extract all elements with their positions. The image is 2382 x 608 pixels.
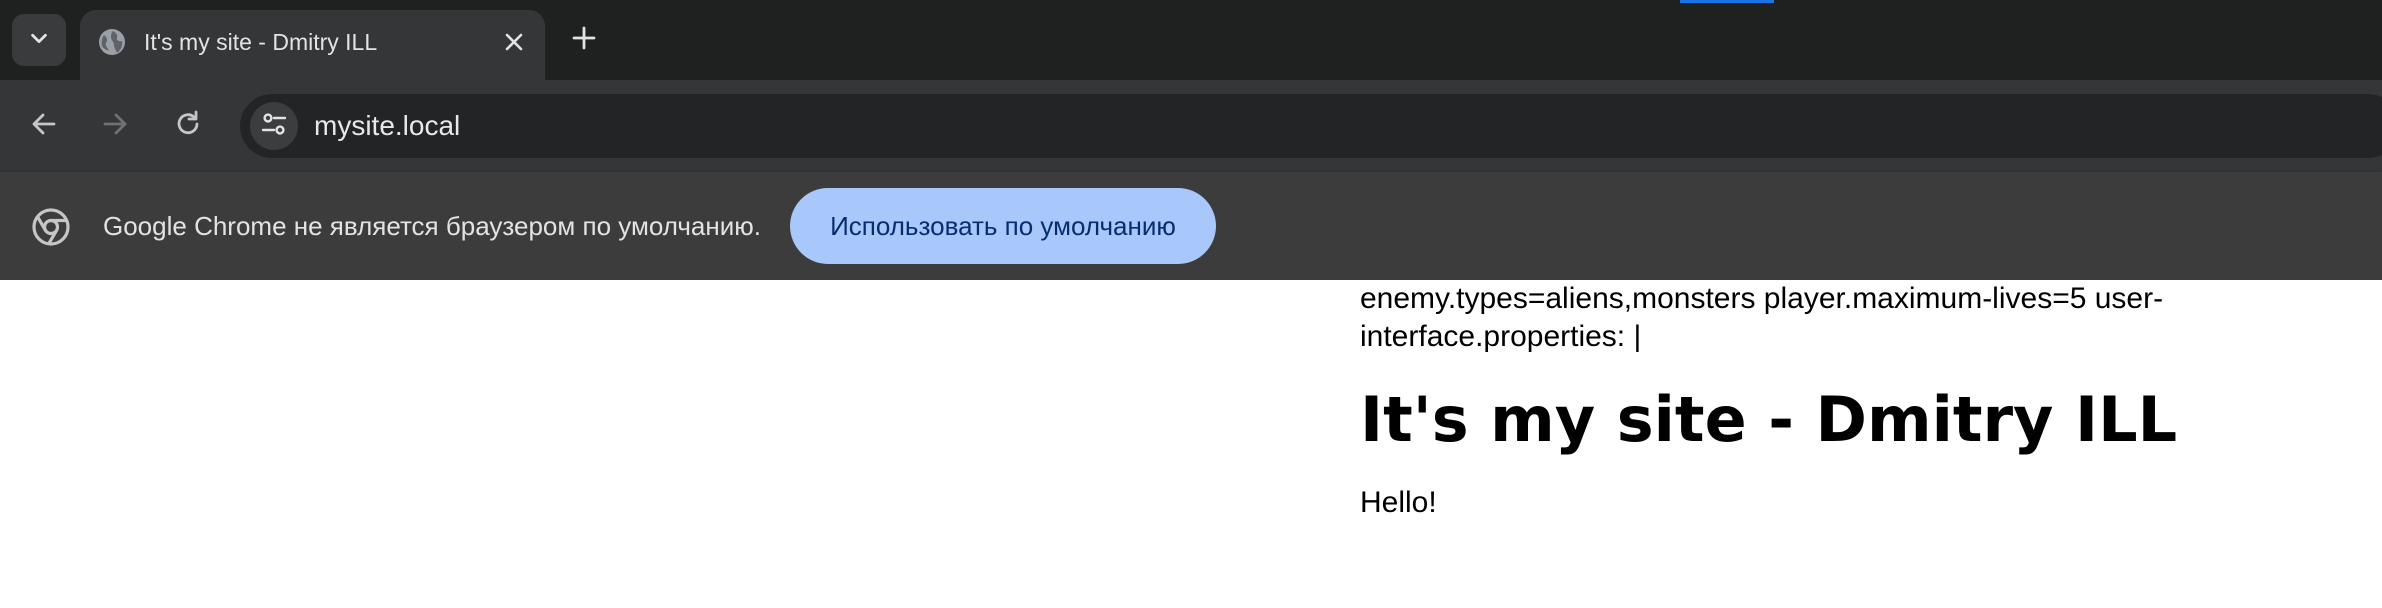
tab-strip: It's my site - Dmitry ILL (0, 0, 2382, 80)
config-text: enemy.types=aliens,monsters player.maxim… (1360, 282, 2164, 353)
arrow-right-icon (100, 109, 130, 144)
infobar-message: Google Chrome не является браузером по у… (103, 211, 761, 241)
reload-button[interactable] (164, 102, 212, 150)
back-button[interactable] (20, 102, 68, 150)
new-tab-button[interactable] (556, 20, 612, 60)
chrome-logo-icon (32, 208, 70, 246)
url-text[interactable]: mysite.local (314, 94, 460, 158)
page-heading: It's my site - Dmitry ILL (1360, 383, 2178, 456)
toolbar: mysite.local (0, 80, 2382, 172)
tab-title: It's my site - Dmitry ILL (144, 29, 378, 55)
close-icon[interactable] (496, 24, 532, 60)
tab-active[interactable]: It's my site - Dmitry ILL (80, 10, 545, 80)
default-browser-infobar: Google Chrome не является браузером по у… (0, 172, 2382, 280)
browser-window: It's my site - Dmitry ILL mysite.local G… (0, 0, 2382, 608)
forward-button[interactable] (91, 102, 139, 150)
tab-search-button[interactable] (12, 14, 66, 66)
page-content: enemy.types=aliens,monsters player.maxim… (1360, 280, 2240, 522)
arrow-left-icon (29, 109, 59, 144)
tab-highlight (1680, 0, 1774, 3)
tune-icon (260, 110, 288, 143)
page-viewport: enemy.types=aliens,monsters player.maxim… (0, 280, 2382, 608)
page-paragraph: Hello! (1360, 486, 1437, 519)
plus-icon (571, 25, 597, 56)
address-bar[interactable]: mysite.local (240, 94, 2382, 158)
chevron-down-icon (28, 27, 50, 54)
set-default-button[interactable]: Использовать по умолчанию (790, 188, 1216, 264)
site-info-button[interactable] (250, 102, 298, 150)
reload-icon (173, 109, 203, 144)
globe-icon (96, 26, 128, 58)
